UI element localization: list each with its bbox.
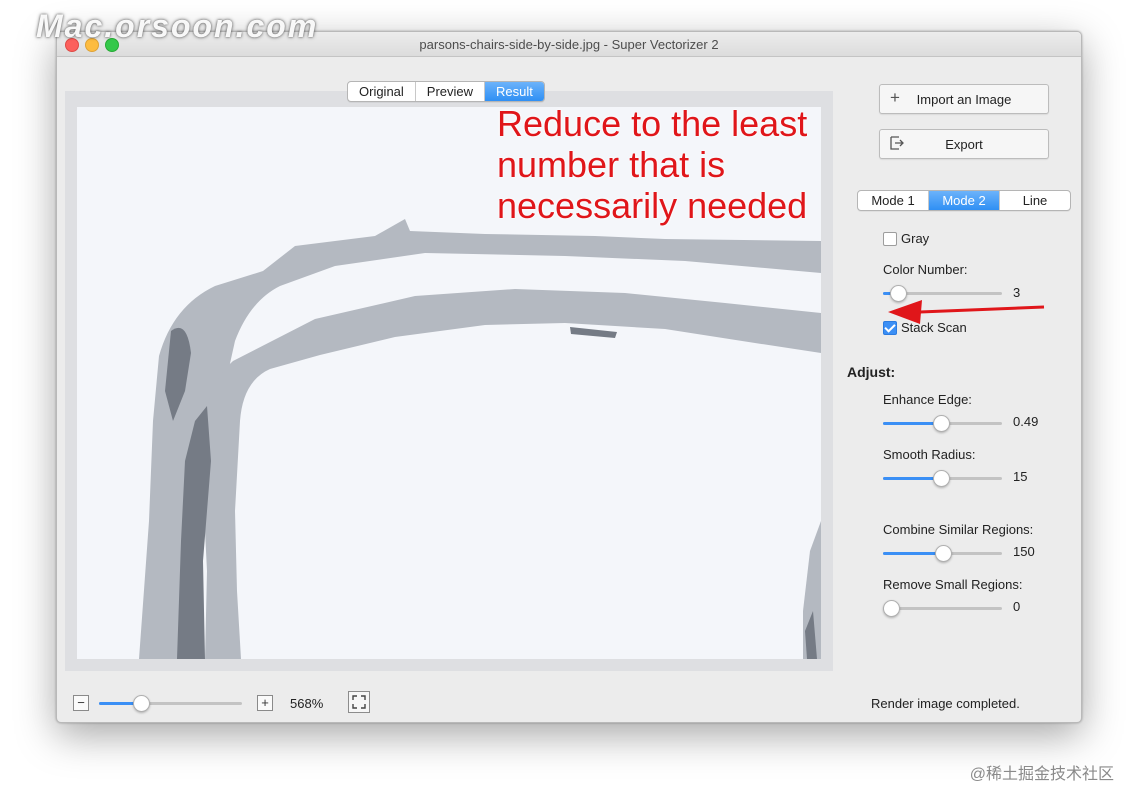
adjust-heading: Adjust: [847, 364, 896, 380]
gray-checkbox[interactable] [883, 232, 897, 246]
enhance-edge-slider[interactable] [883, 415, 1002, 432]
remove-small-label: Remove Small Regions: [883, 577, 1023, 592]
tab-line[interactable]: Line [1000, 191, 1070, 210]
plus-icon: + [261, 695, 269, 710]
remove-small-value: 0 [1013, 599, 1021, 614]
gray-label: Gray [901, 231, 930, 246]
slider-fill [883, 552, 943, 555]
combine-similar-value: 150 [1013, 544, 1035, 559]
slider-thumb[interactable] [933, 470, 950, 487]
slider-thumb[interactable] [133, 695, 150, 712]
minus-icon: − [77, 695, 85, 710]
tab-result[interactable]: Result [485, 82, 544, 101]
zoom-in-button[interactable]: + [257, 695, 273, 711]
slider-thumb[interactable] [883, 600, 900, 617]
color-number-label: Color Number: [883, 262, 968, 277]
tab-mode-1[interactable]: Mode 1 [858, 191, 929, 210]
enhance-edge-label: Enhance Edge: [883, 392, 972, 407]
zoom-out-button[interactable]: − [73, 695, 89, 711]
fit-to-window-button[interactable] [348, 691, 370, 713]
smooth-radius-slider[interactable] [883, 470, 1002, 487]
zoom-level: 568% [290, 696, 324, 711]
status-text: Render image completed. [871, 696, 1020, 711]
watermark: Mac.orsoon.com [36, 8, 319, 44]
annotation-text: Reduce to the least number that is neces… [497, 103, 808, 226]
slider-thumb[interactable] [935, 545, 952, 562]
tab-preview[interactable]: Preview [416, 82, 486, 101]
slider-thumb[interactable] [933, 415, 950, 432]
credit-text: @稀土掘金技术社区 [969, 766, 1114, 783]
mode-tabs: Mode 1 Mode 2 Line [857, 190, 1071, 211]
import-image-label: Import an Image [916, 92, 1012, 107]
smooth-radius-label: Smooth Radius: [883, 447, 976, 462]
combine-similar-label: Combine Similar Regions: [883, 522, 1034, 537]
annotation-arrow [888, 300, 1045, 324]
export-label: Export [945, 137, 983, 152]
import-image-button[interactable]: + Import an Image [879, 84, 1049, 114]
export-button[interactable]: Export [879, 129, 1049, 159]
tab-mode-2[interactable]: Mode 2 [929, 191, 1000, 210]
view-mode-tabs: Original Preview Result [347, 81, 545, 102]
fit-to-window-icon [352, 695, 366, 709]
enhance-edge-value: 0.49 [1013, 414, 1039, 429]
combine-similar-slider[interactable] [883, 545, 1002, 562]
smooth-radius-value: 15 [1013, 469, 1028, 484]
zoom-slider[interactable] [99, 695, 242, 712]
tab-original[interactable]: Original [348, 82, 416, 101]
remove-small-slider[interactable] [883, 600, 1002, 617]
